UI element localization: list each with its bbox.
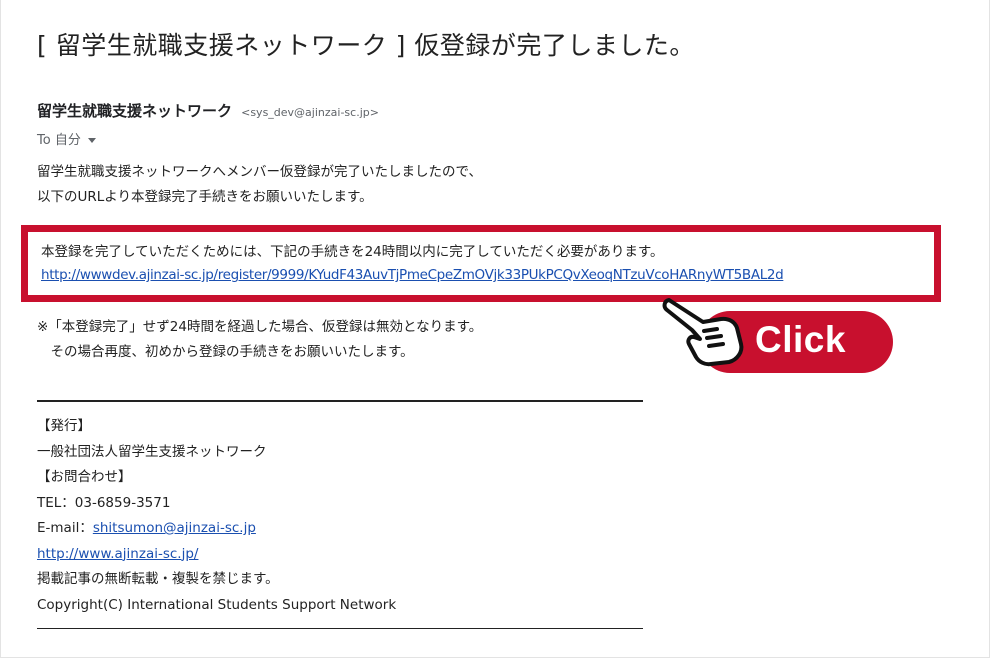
intro-text: 留学生就職支援ネットワークへメンバー仮登録が完了いたしましたので、 以下のURL…	[37, 160, 482, 210]
highlighted-link-box: 本登録を完了していただくためには、下記の手続きを24時間以内に完了していただく必…	[21, 225, 941, 302]
website-line: http://www.ajinzai-sc.jp/	[37, 542, 396, 568]
footer-divider-bottom	[37, 628, 643, 629]
pointing-hand-icon	[662, 298, 744, 367]
sender-email: <sys_dev@ajinzai-sc.jp>	[241, 106, 379, 119]
click-label: Click	[755, 319, 846, 360]
contact-email-link[interactable]: shitsumon@ajinzai-sc.jp	[93, 520, 256, 536]
footer-divider-top	[37, 400, 643, 402]
deadline-notice: 本登録を完了していただくためには、下記の手続きを24時間以内に完了していただく必…	[41, 244, 664, 260]
reprint-notice: 掲載記事の無断転載・複製を禁じます。	[37, 571, 279, 587]
sender-name: 留学生就職支援ネットワーク	[37, 102, 233, 120]
email-label: E-mail：	[37, 520, 93, 536]
intro-line: 留学生就職支援ネットワークへメンバー仮登録が完了いたしましたので、	[37, 164, 482, 180]
intro-line: 以下のURLより本登録完了手続きをお願いいたします。	[37, 189, 373, 205]
email-view: [ 留学生就職支援ネットワーク ] 仮登録が完了しました。 留学生就職支援ネット…	[0, 0, 990, 658]
publisher-name: 一般社団法人留学生支援ネットワーク	[37, 443, 267, 460]
publisher-heading: 【発行】	[37, 418, 91, 434]
email-subject: [ 留学生就職支援ネットワーク ] 仮登録が完了しました。	[37, 31, 695, 60]
contact-heading: 【お問合わせ】	[37, 469, 132, 485]
recipient-details-toggle[interactable]: To 自分	[37, 129, 96, 148]
email-footer: 【発行】 一般社団法人留学生支援ネットワーク 【お問合わせ】 TEL：03-68…	[37, 414, 396, 618]
copyright-text: Copyright(C) International Students Supp…	[37, 596, 397, 613]
warning-line: ※「本登録完了」せず24時間を経過した場合、仮登録は無効となります。	[37, 319, 483, 335]
registration-link[interactable]: http://wwwdev.ajinzai-sc.jp/register/999…	[41, 267, 784, 283]
sender-line: 留学生就職支援ネットワーク <sys_dev@ajinzai-sc.jp>	[37, 100, 379, 121]
expiry-warning: ※「本登録完了」せず24時間を経過した場合、仮登録は無効となります。 その場合再…	[37, 315, 482, 365]
recipient-label: To 自分	[37, 133, 81, 148]
contact-tel: TEL：03-6859-3571	[37, 494, 171, 511]
warning-line: その場合再度、初めから登録の手続きをお願いいたします。	[37, 344, 414, 360]
contact-email-line: E-mail：shitsumon@ajinzai-sc.jp	[37, 516, 396, 542]
website-link[interactable]: http://www.ajinzai-sc.jp/	[37, 546, 198, 562]
chevron-down-icon[interactable]	[87, 138, 96, 143]
